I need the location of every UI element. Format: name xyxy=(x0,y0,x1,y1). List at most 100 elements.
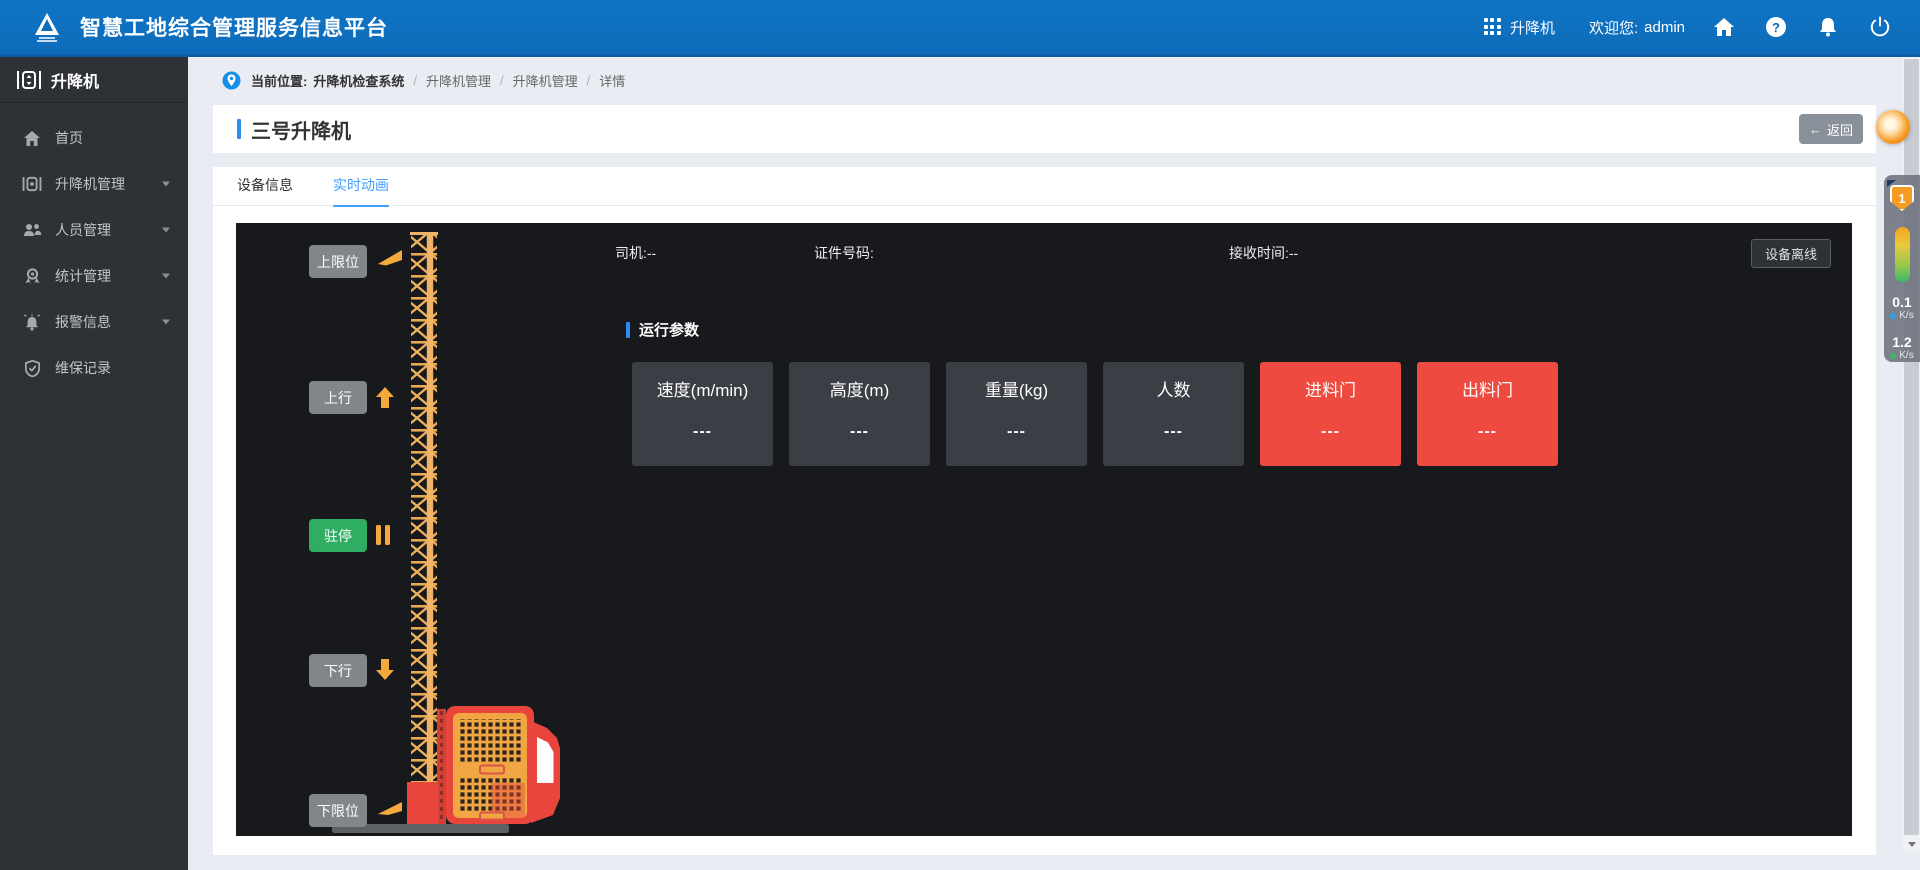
param-label: 速度(m/min) xyxy=(632,376,773,401)
back-button-label: 返回 xyxy=(1827,120,1853,139)
home-icon xyxy=(22,130,42,147)
tab-device-info[interactable]: 设备信息 xyxy=(237,167,293,206)
assistant-flower-icon[interactable] xyxy=(1876,110,1910,144)
chevron-down-icon xyxy=(162,182,170,187)
chevron-down-icon xyxy=(162,274,170,279)
sidebar-item-label: 统计管理 xyxy=(55,266,111,286)
param-cards: 速度(m/min) --- 高度(m) --- 重量(kg) --- 人数 --… xyxy=(632,362,1558,466)
sidebar-item-hoist-mgmt[interactable]: 升降机管理 xyxy=(0,161,188,207)
home-icon[interactable] xyxy=(1711,14,1737,40)
param-label: 人数 xyxy=(1103,376,1244,401)
upload-speed-value: 1.2 xyxy=(1890,336,1913,349)
network-speed-widget[interactable]: 1 0.1 K/s 1.2 K/s xyxy=(1884,175,1920,362)
page-title-card: 三号升降机 ← 返回 xyxy=(213,105,1876,153)
param-value: --- xyxy=(1103,423,1244,441)
platform-title: 智慧工地综合管理服务信息平台 xyxy=(80,12,388,42)
sidebar: 升降机 首页 升降机管理 xyxy=(0,57,188,870)
power-icon[interactable] xyxy=(1867,14,1893,40)
username: admin xyxy=(1644,19,1685,36)
section-accent-bar xyxy=(626,322,630,338)
arrow-down-icon xyxy=(376,659,394,680)
sidebar-item-label: 人员管理 xyxy=(55,220,111,240)
param-label: 高度(m) xyxy=(789,376,930,401)
scrollbar-down-button[interactable] xyxy=(1903,836,1920,853)
brand-logo-icon xyxy=(26,6,68,48)
param-value: --- xyxy=(1260,423,1401,441)
sidebar-item-label: 首页 xyxy=(55,128,83,148)
sidebar-item-statistics[interactable]: 统计管理 xyxy=(0,253,188,299)
state-going-down: 下行 xyxy=(309,654,367,687)
sidebar-nav: 首页 升降机管理 xyxy=(0,115,188,391)
shield-icon xyxy=(22,360,42,377)
app-switcher-label: 升降机 xyxy=(1510,17,1555,38)
breadcrumb-item[interactable]: 详情 xyxy=(599,71,625,90)
param-card-weight: 重量(kg) --- xyxy=(946,362,1087,466)
state-lower-limit: 下限位 xyxy=(309,794,367,827)
breadcrumb-item[interactable]: 升降机管理 xyxy=(426,71,491,90)
device-status-button[interactable]: 设备离线 xyxy=(1751,239,1831,268)
help-icon[interactable]: ? xyxy=(1763,14,1789,40)
alarm-bell-icon xyxy=(22,314,42,331)
sidebar-item-alarms[interactable]: 报警信息 xyxy=(0,299,188,345)
download-speed-unit: K/s xyxy=(1899,309,1913,322)
bell-icon[interactable] xyxy=(1815,14,1841,40)
param-card-inlet-door: 进料门 --- xyxy=(1260,362,1401,466)
medal-icon xyxy=(22,268,42,285)
download-speed: 0.1 K/s xyxy=(1890,296,1913,322)
sidebar-item-label: 维保记录 xyxy=(55,358,111,378)
chevron-down-icon xyxy=(162,320,170,325)
state-going-up: 上行 xyxy=(309,381,367,414)
monitor-panel: 上限位 上行 驻停 下行 下限位 司机:-- 证件号码: 接收 xyxy=(236,223,1852,836)
download-dot-icon xyxy=(1890,313,1896,319)
hoist-icon xyxy=(22,176,42,192)
arrow-up-icon xyxy=(376,387,394,408)
breadcrumb-root[interactable]: 升降机检查系统 xyxy=(313,71,404,90)
param-value: --- xyxy=(1417,423,1558,441)
location-pin-icon xyxy=(222,71,241,90)
param-card-speed: 速度(m/min) --- xyxy=(632,362,773,466)
id-number-info: 证件号码: xyxy=(814,243,874,263)
back-button[interactable]: ← 返回 xyxy=(1799,114,1863,144)
breadcrumb-item[interactable]: 升降机管理 xyxy=(513,71,578,90)
state-upper-limit: 上限位 xyxy=(309,245,367,278)
sidebar-header: 升降机 xyxy=(0,57,188,103)
param-card-height: 高度(m) --- xyxy=(789,362,930,466)
app-switcher[interactable]: 升降机 xyxy=(1484,17,1555,38)
chevron-down-icon xyxy=(162,228,170,233)
sidebar-item-personnel[interactable]: 人员管理 xyxy=(0,207,188,253)
upload-speed-unit: K/s xyxy=(1899,349,1913,362)
title-accent-bar xyxy=(237,119,241,139)
app-root: 智慧工地综合管理服务信息平台 升降机 欢迎您: admin ? xyxy=(0,0,1920,870)
back-arrow-icon: ← xyxy=(1809,122,1822,137)
shield-badge-count: 1 xyxy=(1890,185,1914,211)
param-label: 重量(kg) xyxy=(946,376,1087,401)
sidebar-item-home[interactable]: 首页 xyxy=(0,115,188,161)
gradient-meter-bar xyxy=(1895,227,1910,282)
main-card: 设备信息 实时动画 xyxy=(213,167,1876,855)
param-value: --- xyxy=(946,423,1087,441)
flag-icon xyxy=(376,247,403,267)
welcome-label: 欢迎您: xyxy=(1589,17,1638,38)
grid-menu-icon xyxy=(1484,18,1502,36)
receive-time-info: 接收时间:-- xyxy=(1229,243,1298,263)
param-label: 进料门 xyxy=(1260,376,1401,401)
tab-live-animation[interactable]: 实时动画 xyxy=(333,167,389,206)
sidebar-item-maintenance[interactable]: 维保记录 xyxy=(0,345,188,391)
security-shield-icon: 1 xyxy=(1890,185,1914,211)
tab-bar: 设备信息 实时动画 xyxy=(213,167,1876,206)
upload-dot-icon xyxy=(1890,353,1896,359)
breadcrumb-separator: / xyxy=(413,73,417,88)
breadcrumb: 当前位置: 升降机检查系统 / 升降机管理 / 升降机管理 / 详情 xyxy=(188,57,1903,103)
sidebar-item-label: 升降机管理 xyxy=(55,174,125,194)
hoist-icon xyxy=(16,70,42,90)
driver-info: 司机:-- xyxy=(615,243,656,263)
flag-icon xyxy=(376,796,403,816)
running-params-header: 运行参数 xyxy=(617,319,699,340)
param-label: 出料门 xyxy=(1417,376,1558,401)
pause-icon xyxy=(376,525,391,545)
svg-text:?: ? xyxy=(1772,20,1780,35)
breadcrumb-separator: / xyxy=(587,73,591,88)
top-header: 智慧工地综合管理服务信息平台 升降机 欢迎您: admin ? xyxy=(0,0,1920,57)
upload-speed: 1.2 K/s xyxy=(1890,336,1913,362)
download-speed-value: 0.1 xyxy=(1890,296,1913,309)
